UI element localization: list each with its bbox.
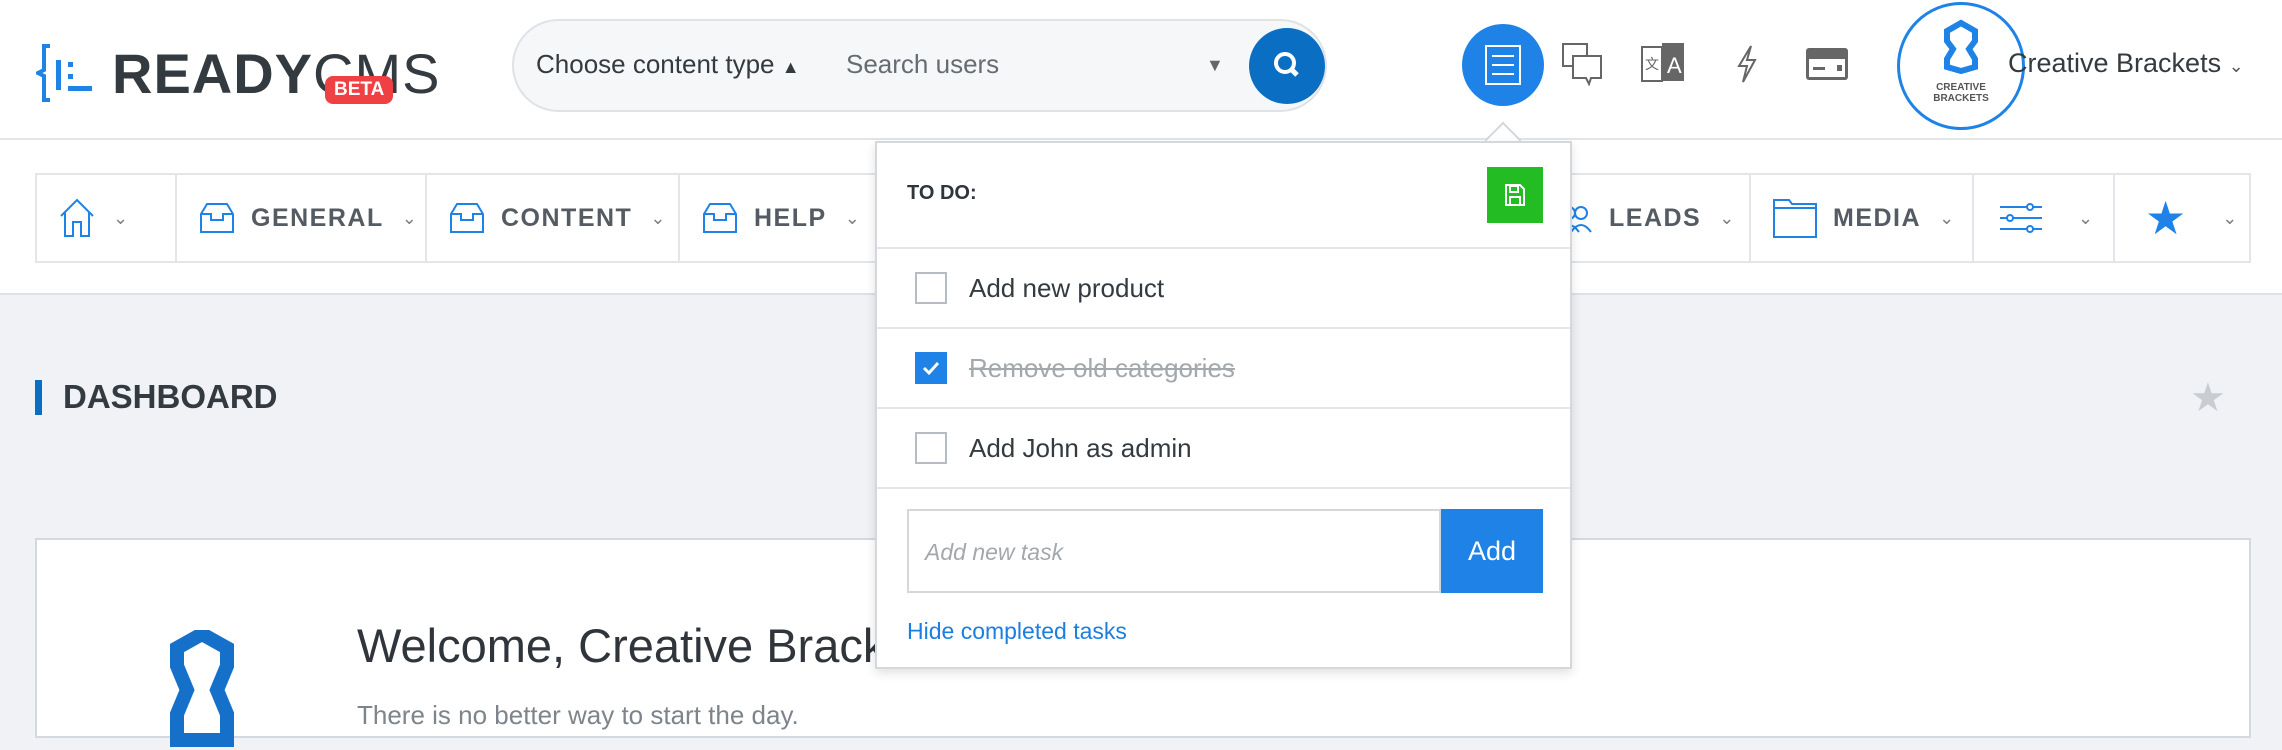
inbox-icon bbox=[200, 203, 234, 233]
chevron-down-icon: ⌄ bbox=[2222, 207, 2238, 228]
chat-icon[interactable] bbox=[1553, 34, 1613, 94]
chevron-down-icon: ⌄ bbox=[401, 207, 417, 228]
nav-item-favorites[interactable]: ★ ⌄ bbox=[2115, 175, 2251, 261]
avatar[interactable]: CREATIVE BRACKETS bbox=[1897, 2, 2025, 130]
nav-item-content[interactable]: CONTENT ⌄ bbox=[427, 175, 680, 261]
user-menu[interactable]: Creative Brackets ⌄ bbox=[2008, 48, 2244, 79]
divider bbox=[877, 487, 1570, 489]
sliders-icon bbox=[2000, 203, 2042, 233]
dropdown-arrow-icon[interactable]: ▼ bbox=[1206, 55, 1224, 76]
save-button[interactable] bbox=[1487, 167, 1543, 223]
todo-button[interactable] bbox=[1462, 24, 1544, 106]
chevron-down-icon: ⌄ bbox=[844, 207, 860, 228]
content-type-select[interactable]: Choose content type ▲︎ bbox=[536, 49, 800, 80]
search-button[interactable] bbox=[1249, 28, 1325, 104]
beta-badge: BETA bbox=[325, 76, 394, 104]
logo-bracket-icon bbox=[36, 44, 92, 102]
translate-icon[interactable]: A文 bbox=[1633, 34, 1693, 94]
title-accent-bar bbox=[35, 380, 42, 415]
top-header: READYCMS BETA Choose content type ▲︎ Sea… bbox=[0, 0, 2282, 140]
new-task-input[interactable]: Add new task bbox=[907, 509, 1441, 593]
chevron-down-icon: ⌄ bbox=[1939, 207, 1955, 228]
bolt-icon[interactable] bbox=[1717, 34, 1777, 94]
nav-item-help[interactable]: HELP ⌄ bbox=[680, 175, 880, 261]
inbox-icon bbox=[703, 203, 737, 233]
nav-item-media[interactable]: MEDIA ⌄ bbox=[1751, 175, 1974, 261]
nav-item-general[interactable]: GENERAL ⌄ bbox=[177, 175, 427, 261]
credit-card-icon[interactable] bbox=[1797, 34, 1857, 94]
svg-text:A: A bbox=[1667, 53, 1682, 78]
hide-completed-link[interactable]: Hide completed tasks bbox=[907, 618, 1127, 645]
task-item: Add new product bbox=[877, 247, 1570, 327]
todo-title: TO DO: bbox=[907, 182, 977, 204]
inbox-icon bbox=[450, 203, 484, 233]
task-checkbox[interactable] bbox=[915, 272, 947, 304]
folder-icon bbox=[1773, 199, 1817, 238]
task-item: Add John as admin bbox=[877, 407, 1570, 487]
page-title: DASHBOARD bbox=[63, 378, 278, 415]
chevron-down-icon: ⌄ bbox=[1719, 207, 1735, 228]
task-item: Remove old categories bbox=[877, 327, 1570, 407]
chevron-down-icon: ⌄ bbox=[650, 207, 666, 228]
creative-brackets-logo-icon bbox=[1944, 19, 1978, 75]
nav-item-settings[interactable]: ⌄ bbox=[1974, 175, 2115, 261]
welcome-subtitle: There is no better way to start the day. bbox=[357, 700, 799, 730]
checkmark-icon bbox=[922, 361, 940, 376]
creative-brackets-logo-icon bbox=[170, 630, 234, 747]
home-icon bbox=[60, 198, 94, 237]
task-checkbox[interactable] bbox=[915, 432, 947, 464]
todo-list-icon bbox=[1485, 45, 1521, 85]
nav-item-home[interactable]: ⌄ bbox=[37, 175, 177, 261]
chevron-down-icon: ⌄ bbox=[2078, 207, 2094, 228]
nav-item-leads[interactable]: LEADS ⌄ bbox=[1557, 175, 1751, 261]
search-input[interactable]: Search users bbox=[846, 49, 999, 80]
welcome-heading: Welcome, Creative Brackets bbox=[357, 619, 950, 672]
favorite-star-icon[interactable]: ★ bbox=[2190, 375, 2226, 421]
chevron-down-icon: ⌄ bbox=[113, 207, 129, 228]
save-icon bbox=[1505, 184, 1525, 206]
search-bar: Choose content type ▲︎ Search users ▼ bbox=[512, 19, 1327, 112]
svg-text:文: 文 bbox=[1645, 56, 1659, 72]
task-checkbox[interactable] bbox=[915, 352, 947, 384]
todo-popup: TO DO: Add new product Remove old catego… bbox=[875, 141, 1572, 669]
search-icon bbox=[1274, 52, 1299, 77]
add-task-button[interactable]: Add bbox=[1441, 509, 1543, 593]
star-icon: ★ bbox=[2145, 192, 2187, 244]
